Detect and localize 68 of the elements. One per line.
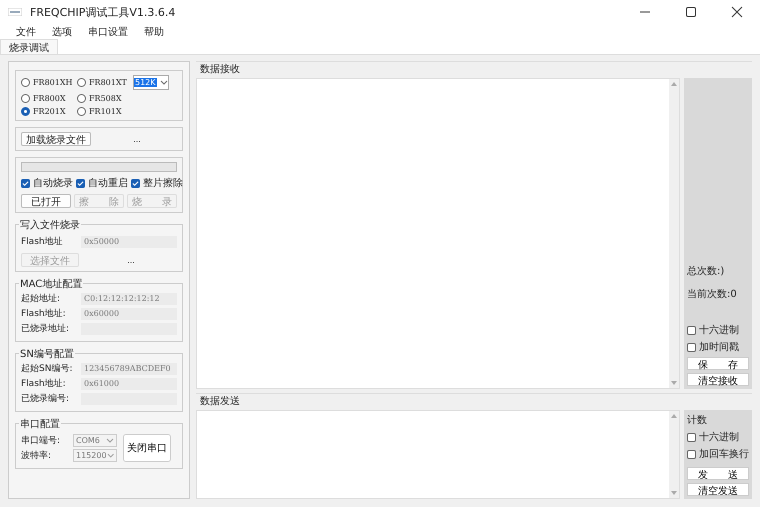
window-title: FREQCHIP调试工具V1.3.6.4 <box>30 4 176 20</box>
input-field[interactable]: 0x50000 <box>81 236 177 248</box>
count-label: 计数 <box>687 414 708 427</box>
field-label: Flash地址: <box>21 378 67 390</box>
group-title: MAC地址配置 <box>19 277 84 291</box>
field-label: 波特率: <box>21 450 52 462</box>
file-field[interactable]: 加载烧录文件 ... <box>15 127 183 151</box>
section-title: 数据发送 <box>199 395 241 409</box>
current-count: 当前次数:0 <box>687 288 738 301</box>
chevron-down-icon <box>160 80 168 86</box>
load-file-button[interactable]: 加载烧录文件 <box>21 132 91 146</box>
field-label: 已烧录编号: <box>21 392 70 405</box>
menu-item[interactable]: 文件 <box>10 24 42 38</box>
input-field[interactable]: 0x60000 <box>81 308 177 320</box>
chip-radio[interactable]: FR508X <box>77 94 133 103</box>
dropdown[interactable]: 115200 <box>73 449 117 462</box>
field-label: 起始地址: <box>21 292 62 305</box>
file-path: ... <box>132 134 142 144</box>
file-path: ... <box>126 256 136 264</box>
chip-radio[interactable]: FR101X <box>77 107 133 116</box>
field-label: 起始SN编号: <box>21 362 74 375</box>
checkbox[interactable]: 十六进制 <box>687 323 749 337</box>
checkmark-icon <box>77 180 84 186</box>
action-button[interactable]: 已打开 <box>21 194 71 208</box>
section-title: 数据接收 <box>199 62 241 77</box>
size-select[interactable]: 512K <box>133 75 169 90</box>
input-field[interactable]: 0x61000 <box>81 378 177 390</box>
checkbox[interactable]: 十六进制 <box>687 430 749 444</box>
field-label: 串口端号: <box>21 434 62 447</box>
tab[interactable]: 烧录调试 <box>0 39 58 54</box>
menu-item[interactable]: 选项 <box>46 24 78 38</box>
scroll-down-icon[interactable] <box>671 491 677 495</box>
chip-radio[interactable]: FR801XH <box>21 78 77 87</box>
field-label: Flash地址 <box>21 236 64 248</box>
checkmark-icon <box>22 180 29 186</box>
app-logo-icon <box>8 8 22 16</box>
receive-text-area[interactable] <box>196 78 680 389</box>
scroll-up-icon[interactable] <box>671 82 677 86</box>
field-label: 已烧录地址: <box>21 322 70 335</box>
chip-radio[interactable]: FR801XT <box>77 78 133 87</box>
field-label: Flash地址: <box>21 308 67 320</box>
scroll-down-icon[interactable] <box>671 381 677 385</box>
chevron-down-icon <box>106 452 114 458</box>
checkmark-icon <box>132 180 139 186</box>
checkbox[interactable]: 加回车换行 <box>687 447 749 461</box>
side-button[interactable]: 清空发送 <box>687 483 749 496</box>
chip-radio[interactable]: FR201X <box>21 107 77 116</box>
menu-item[interactable]: 串口设置 <box>82 24 134 38</box>
scroll-up-icon[interactable] <box>671 414 677 418</box>
checkbox[interactable]: 加时间戳 <box>687 340 749 354</box>
group-title: 串口配置 <box>19 417 61 431</box>
chip-radio[interactable]: FR800X <box>21 94 77 103</box>
dropdown[interactable]: COM6 <box>73 434 117 447</box>
close-port-button[interactable]: 关闭串口 <box>123 434 171 462</box>
input-field[interactable]: C0:12:12:12:12:12 <box>81 292 177 304</box>
total-count: 总次数:) <box>687 264 726 278</box>
checkbox[interactable]: 整片擦除 <box>131 176 183 190</box>
menu-item[interactable]: 帮助 <box>138 24 170 38</box>
side-button[interactable]: 发 送 <box>687 467 749 480</box>
chevron-down-icon <box>106 438 114 444</box>
side-button[interactable]: 清空接收 <box>687 373 749 386</box>
checkbox[interactable]: 自动烧录 <box>21 176 73 190</box>
send-text-area[interactable] <box>196 410 680 499</box>
side-button[interactable]: 保 存 <box>687 357 749 370</box>
group-title: SN编号配置 <box>19 347 75 361</box>
checkbox[interactable]: 自动重启 <box>76 176 128 190</box>
input-field[interactable]: 123456789ABCDEF0 <box>81 362 177 374</box>
group-title: 写入文件烧录 <box>19 218 81 232</box>
